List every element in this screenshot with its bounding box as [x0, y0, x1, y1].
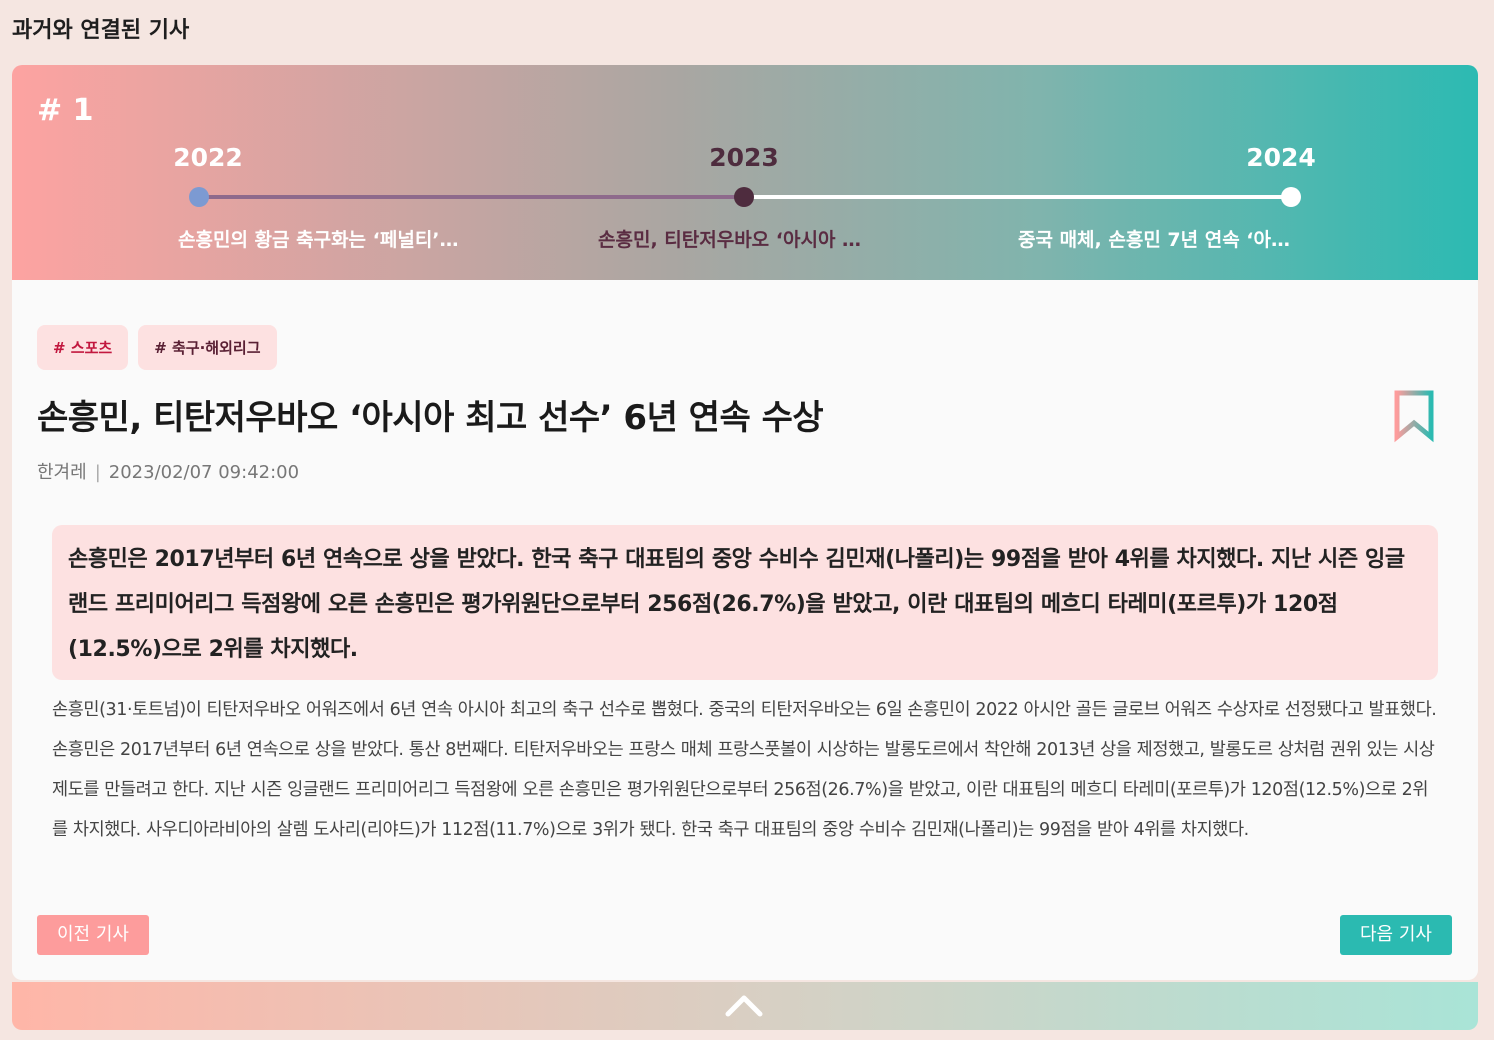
article-source: 한겨레	[37, 462, 87, 483]
timeline-header: # 1 2022 2023 2024 손흥민의 황금 축구화는 ‘페널티’… 손…	[12, 65, 1478, 280]
timeline-year-2024: 2024	[1246, 143, 1316, 172]
tag-football-overseas[interactable]: # 축구·해외리그	[138, 325, 277, 370]
next-article-button[interactable]: 다음 기사	[1340, 915, 1452, 955]
article-datetime: 2023/02/07 09:42:00	[108, 462, 300, 483]
timeline-dot-2022[interactable]	[189, 187, 209, 207]
chevron-up-icon[interactable]	[724, 992, 764, 1018]
timeline-article-2023[interactable]: 손흥민, 티탄저우바오 ‘아시아 …	[598, 225, 898, 252]
rank-label: # 1	[37, 93, 94, 128]
article-card: # 1 2022 2023 2024 손흥민의 황금 축구화는 ‘페널티’… 손…	[12, 65, 1478, 980]
collapse-bar[interactable]	[12, 982, 1478, 1030]
prev-article-button[interactable]: 이전 기사	[37, 915, 149, 955]
timeline-dot-2023[interactable]	[734, 187, 754, 207]
timeline-dot-2024[interactable]	[1281, 187, 1301, 207]
meta-separator: |	[94, 462, 101, 483]
bookmark-icon[interactable]	[1392, 389, 1436, 443]
article-body: 손흥민(31·토트넘)이 티탄저우바오 어워즈에서 6년 연속 아시아 최고의 …	[52, 700, 1437, 840]
article-title: 손흥민, 티탄저우바오 ‘아시아 최고 선수’ 6년 연속 수상	[37, 398, 824, 438]
timeline-article-2022[interactable]: 손흥민의 황금 축구화는 ‘페널티’…	[178, 225, 478, 252]
timeline-track-past	[199, 195, 744, 199]
article-summary: 손흥민은 2017년부터 6년 연속으로 상을 받았다. 한국 축구 대표팀의 …	[52, 525, 1438, 680]
article-meta: 한겨레 | 2023/02/07 09:42:00	[37, 458, 299, 484]
tag-sports[interactable]: # 스포츠	[37, 325, 129, 370]
timeline-article-2024[interactable]: 중국 매체, 손흥민 7년 연속 ‘아…	[1018, 225, 1318, 252]
tag-list: # 스포츠 # 축구·해외리그	[37, 325, 277, 370]
timeline-year-2022: 2022	[173, 143, 243, 172]
section-heading: 과거와 연결된 기사	[12, 18, 190, 43]
timeline-year-2023: 2023	[709, 143, 779, 172]
timeline-track-future	[744, 195, 1291, 199]
